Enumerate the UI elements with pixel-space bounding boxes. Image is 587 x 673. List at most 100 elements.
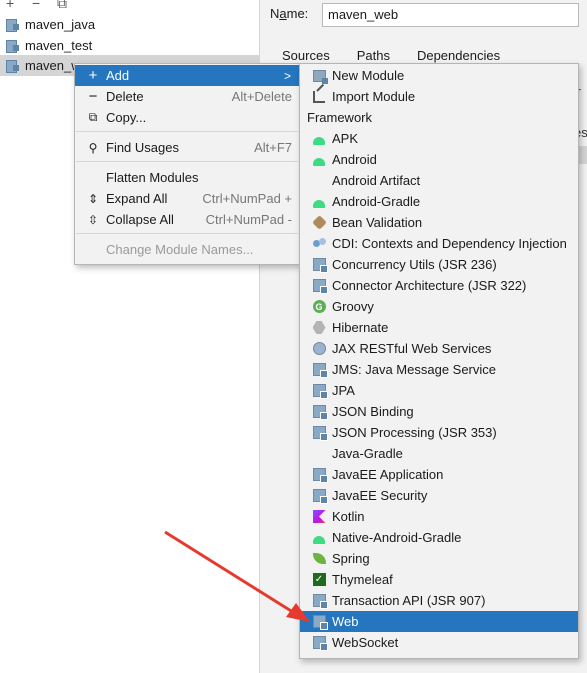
javaee-icon [312, 426, 328, 441]
javaee-icon [312, 279, 328, 294]
framework-item-label: Spring [332, 551, 370, 566]
framework-item-label: JavaEE Security [332, 488, 428, 503]
tab-dependencies[interactable]: Dependencies [417, 48, 500, 63]
submenu-arrow-icon: > [283, 68, 291, 83]
module-icon [6, 39, 20, 53]
menu-item-copy[interactable]: ⧉ Copy... [75, 107, 299, 128]
framework-item-javaee-application[interactable]: JavaEE Application [300, 464, 578, 485]
tree-toolbar: + − ⧉ [0, 0, 259, 10]
android-icon [312, 153, 326, 167]
framework-item-label: Native-Android-Gradle [332, 530, 462, 545]
framework-item-concurrency-utils-jsr-236[interactable]: Concurrency Utils (JSR 236) [300, 254, 578, 275]
framework-item-java-gradle[interactable]: Java-Gradle [300, 443, 578, 464]
copy-icon[interactable]: ⧉ [57, 0, 67, 10]
menu-item-find-usages[interactable]: ⚲ Find Usages Alt+F7 [75, 137, 299, 158]
minus-icon: − [88, 88, 98, 105]
framework-item-label: JSON Processing (JSR 353) [332, 425, 497, 440]
tab-paths[interactable]: Paths [357, 48, 390, 63]
framework-item-jax-restful-web-services[interactable]: JAX RESTful Web Services [300, 338, 578, 359]
framework-item-label: Android [332, 152, 377, 167]
tree-item-label: maven_java [25, 17, 96, 32]
remove-icon[interactable]: − [32, 0, 40, 10]
android-icon [312, 195, 326, 209]
import-icon [312, 90, 326, 104]
context-menu: + Add > − Delete Alt+Delete ⧉ Copy... ⚲ … [74, 63, 300, 265]
framework-item-label: Transaction API (JSR 907) [332, 593, 486, 608]
javaee-icon [312, 405, 328, 420]
framework-item-label: Groovy [332, 299, 374, 314]
framework-item-label: WebSocket [332, 635, 399, 650]
framework-item-native-android-gradle[interactable]: Native-Android-Gradle [300, 527, 578, 548]
framework-item-thymeleaf[interactable]: ✓ Thymeleaf [300, 569, 578, 590]
framework-item-transaction-api-jsr-907[interactable]: Transaction API (JSR 907) [300, 590, 578, 611]
javaee-icon [312, 636, 328, 651]
framework-item-websocket[interactable]: WebSocket [300, 632, 578, 653]
thymeleaf-icon: ✓ [312, 573, 326, 587]
kotlin-icon [312, 510, 326, 524]
framework-item-label: CDI: Contexts and Dependency Injection [332, 236, 567, 251]
framework-item-groovy[interactable]: G Groovy [300, 296, 578, 317]
submenu-item-import-module[interactable]: Import Module [300, 86, 578, 107]
tree-item-maven-test[interactable]: maven_test [0, 35, 259, 56]
android-icon [312, 531, 326, 545]
framework-item-label: JAX RESTful Web Services [332, 341, 492, 356]
folder-icon [312, 69, 328, 84]
framework-item-label: JMS: Java Message Service [332, 362, 497, 377]
framework-item-label: Concurrency Utils (JSR 236) [332, 257, 497, 272]
framework-item-bean-validation[interactable]: Bean Validation [300, 212, 578, 233]
framework-item-label: JSON Binding [332, 404, 414, 419]
copy-icon: ⧉ [88, 110, 98, 124]
framework-item-jpa[interactable]: JPA [300, 380, 578, 401]
menu-item-expand-all[interactable]: ⇕ Expand All Ctrl+NumPad + [75, 188, 299, 209]
framework-item-hibernate[interactable]: Hibernate [300, 317, 578, 338]
framework-item-android-artifact[interactable]: Android Artifact [300, 170, 578, 191]
framework-item-label: JavaEE Application [332, 467, 444, 482]
framework-section-header: Framework [307, 110, 373, 125]
hibernate-icon [312, 321, 326, 335]
tab-sources[interactable]: Sources [282, 48, 330, 63]
framework-item-web[interactable]: Web [300, 611, 578, 632]
framework-item-javaee-security[interactable]: JavaEE Security [300, 485, 578, 506]
menu-item-delete[interactable]: − Delete Alt+Delete [75, 86, 299, 107]
module-tabs: Sources Paths Dependencies [282, 48, 500, 63]
framework-item-label: Java-Gradle [332, 446, 403, 461]
framework-item-label: JPA [332, 383, 355, 398]
framework-item-spring[interactable]: Spring [300, 548, 578, 569]
framework-item-cdi-contexts-and-dependency-injection[interactable]: CDI: Contexts and Dependency Injection [300, 233, 578, 254]
framework-item-kotlin[interactable]: Kotlin [300, 506, 578, 527]
framework-item-label: Kotlin [332, 509, 365, 524]
framework-item-label: Connector Architecture (JSR 322) [332, 278, 527, 293]
menu-separator [76, 131, 298, 132]
framework-item-label: Hibernate [332, 320, 389, 335]
module-name-input[interactable]: maven_web [322, 3, 579, 27]
framework-item-android[interactable]: Android [300, 149, 578, 170]
submenu-item-new-module[interactable]: New Module [300, 65, 578, 86]
menu-item-flatten-modules[interactable]: Flatten Modules [75, 167, 299, 188]
framework-item-jms-java-message-service[interactable]: JMS: Java Message Service [300, 359, 578, 380]
framework-item-android-gradle[interactable]: Android-Gradle [300, 191, 578, 212]
framework-item-label: Web [332, 614, 359, 629]
module-icon [6, 18, 20, 32]
javaee-icon [312, 594, 328, 609]
javaee-icon [312, 363, 328, 378]
menu-item-collapse-all[interactable]: ⇳ Collapse All Ctrl+NumPad - [75, 209, 299, 230]
tree-item-maven-java[interactable]: maven_java [0, 14, 259, 35]
menu-separator [76, 161, 298, 162]
menu-item-change-module-names: Change Module Names... [106, 242, 254, 257]
menu-item-add[interactable]: + Add > [75, 65, 299, 86]
tree-item-label: maven_w [25, 58, 81, 73]
framework-item-label: Android-Gradle [332, 194, 421, 209]
add-icon[interactable]: + [6, 0, 14, 10]
name-label: Name: [270, 6, 309, 21]
framework-item-connector-architecture-jsr-322[interactable]: Connector Architecture (JSR 322) [300, 275, 578, 296]
expand-all-icon: ⇕ [87, 191, 99, 206]
javaee-icon [312, 258, 328, 273]
jpa-icon [312, 384, 328, 399]
spring-icon [312, 552, 326, 566]
framework-item-apk[interactable]: APK [300, 128, 578, 149]
framework-item-json-binding[interactable]: JSON Binding [300, 401, 578, 422]
add-submenu: New Module Import Module Framework APK An… [299, 63, 579, 659]
framework-item-json-processing-jsr-353[interactable]: JSON Processing (JSR 353) [300, 422, 578, 443]
framework-item-label: Android Artifact [332, 173, 421, 188]
menu-separator [76, 233, 298, 234]
